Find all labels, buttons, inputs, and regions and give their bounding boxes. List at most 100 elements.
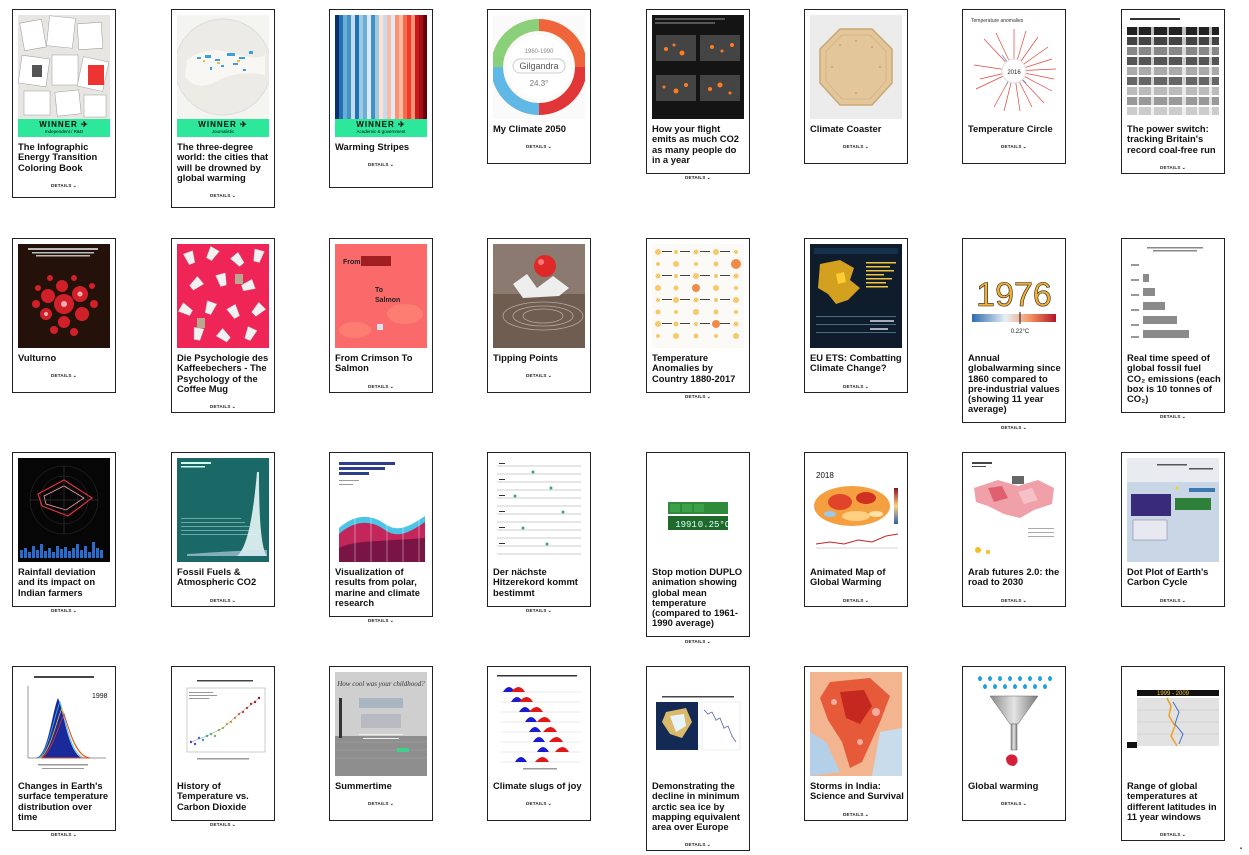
details-toggle[interactable]: DETAILS⌄ [177,193,269,199]
thumbnail-image[interactable] [1127,15,1219,119]
details-toggle[interactable]: DETAILS⌄ [968,598,1060,604]
thumbnail-image[interactable] [493,458,585,562]
details-toggle[interactable]: DETAILS⌄ [177,598,269,604]
card-crimson-to-salmon[interactable]: From To Salmon From Crimson To Salmon DE… [329,238,433,393]
thumbnail-image[interactable] [652,672,744,776]
details-toggle[interactable]: DETAILS⌄ [335,618,427,624]
thumbnail-image[interactable] [335,458,427,562]
card-title[interactable]: Storms in India: Science and Survival [810,780,904,802]
thumbnail-image[interactable]: 2018 [810,458,902,562]
card-flight-emissions[interactable]: How your flight emits as much CO2 as man… [646,9,750,181]
details-toggle[interactable]: DETAILS⌄ [652,394,744,400]
thumbnail-image[interactable]: 1998 [18,672,110,776]
details-toggle[interactable]: DETAILS⌄ [335,384,427,390]
card-title[interactable]: Die Psychologie des Kaffeebechers - The … [177,352,271,394]
card-duplo-animation[interactable]: 1991 0.25°C Stop motion DUPLO animation … [646,452,750,645]
details-toggle[interactable]: DETAILS⌄ [1127,165,1219,171]
details-toggle[interactable]: DETAILS⌄ [810,598,902,604]
thumbnail-image[interactable]: 1976 0.22°C [968,244,1060,348]
thumbnail-image[interactable] [810,15,902,119]
details-toggle[interactable]: DETAILS⌄ [335,162,427,168]
thumbnail-image[interactable]: 1999 - 2009 [1127,672,1219,776]
card-warming-stripes[interactable]: WINNER ✈ Academic & government Warming S… [329,9,433,188]
card-carbon-cycle-dot-plot[interactable]: Dot Plot of Earth's Carbon Cycle DETAILS… [1121,452,1225,607]
details-toggle[interactable]: DETAILS⌄ [1127,832,1219,838]
card-title[interactable]: The power switch: tracking Britain's rec… [1127,123,1221,155]
details-toggle[interactable]: DETAILS⌄ [968,801,1060,807]
card-fossil-fuels-co2[interactable]: Fossil Fuels & Atmospheric CO2 DETAILS⌄ [171,452,275,607]
card-polar-marine-research[interactable]: Visualization of results from polar, mar… [329,452,433,624]
card-vulturno[interactable]: Vulturno DETAILS⌄ [12,238,116,393]
thumbnail-image[interactable]: 1991 0.25°C [652,458,744,562]
card-power-switch[interactable]: The power switch: tracking Britain's rec… [1121,9,1225,174]
card-title[interactable]: Vulturno [18,352,112,363]
card-title[interactable]: Warming Stripes [335,141,429,152]
card-title[interactable]: Der nächste Hitzerekord kommt bestimmt [493,566,587,598]
thumbnail-image[interactable] [652,244,744,348]
details-toggle[interactable]: DETAILS⌄ [652,639,744,645]
thumbnail-image[interactable] [1127,244,1219,348]
card-global-warming-funnel[interactable]: Global warming DETAILS⌄ [962,666,1066,821]
details-toggle[interactable]: DETAILS⌄ [18,183,110,189]
card-title[interactable]: From Crimson To Salmon [335,352,429,374]
card-climate-coaster[interactable]: Climate Coaster DETAILS⌄ [804,9,908,164]
details-toggle[interactable]: DETAILS⌄ [652,175,744,181]
details-toggle[interactable]: DETAILS⌄ [18,832,110,838]
card-infographic-coloring-book[interactable]: WINNER ✈ Independent / R&D The Infograph… [12,9,116,198]
card-title[interactable]: Dot Plot of Earth's Carbon Cycle [1127,566,1221,588]
thumbnail-image[interactable] [493,244,585,348]
card-climate-slugs[interactable]: Climate slugs of joy DETAILS⌄ [487,666,591,821]
card-title[interactable]: Fossil Fuels & Atmospheric CO2 [177,566,271,588]
card-title[interactable]: Temperature Circle [968,123,1062,134]
card-temperature-circle[interactable]: Temperature anomalies 2016 Temperature C… [962,9,1066,164]
card-temperature-vs-co2[interactable]: History of Temperature vs. Carbon Dioxid… [171,666,275,828]
thumbnail-image[interactable] [18,15,110,119]
card-temperature-distribution[interactable]: 1998 Changes in Earth's surface temperat… [12,666,116,838]
card-title[interactable]: Animated Map of Global Warming [810,566,904,588]
card-title[interactable]: Global warming [968,780,1062,791]
thumbnail-image[interactable] [968,458,1060,562]
card-annual-global-warming[interactable]: 1976 0.22°C Annual globalwarming since 1… [962,238,1066,431]
details-toggle[interactable]: DETAILS⌄ [810,144,902,150]
card-arab-futures[interactable]: Arab futures 2.0: the road to 2030 DETAI… [962,452,1066,607]
card-title[interactable]: How your flight emits as much CO2 as man… [652,123,746,165]
card-title[interactable]: Climate Coaster [810,123,904,134]
card-tipping-points[interactable]: Tipping Points DETAILS⌄ [487,238,591,393]
details-toggle[interactable]: DETAILS⌄ [652,842,744,848]
details-toggle[interactable]: DETAILS⌄ [18,608,110,614]
thumbnail-image[interactable]: How cool was your childhood? [335,672,427,776]
card-title[interactable]: Changes in Earth's surface temperature d… [18,780,112,822]
card-title[interactable]: Demonstrating the decline in minimum arc… [652,780,746,832]
details-toggle[interactable]: DETAILS⌄ [18,373,110,379]
card-title[interactable]: Range of global temperatures at differen… [1127,780,1221,822]
card-title[interactable]: My Climate 2050 [493,123,587,134]
thumbnail-image[interactable]: Temperature anomalies 2016 [968,15,1060,119]
details-toggle[interactable]: DETAILS⌄ [493,373,585,379]
card-title[interactable]: The Infographic Energy Transition Colori… [18,141,112,173]
card-summertime[interactable]: How cool was your childhood? Summertime … [329,666,433,821]
details-toggle[interactable]: DETAILS⌄ [1127,598,1219,604]
details-toggle[interactable]: DETAILS⌄ [968,425,1060,431]
thumbnail-image[interactable] [335,15,427,119]
card-latitude-temperature-range[interactable]: 1999 - 2009 Range of global temperatures… [1121,666,1225,841]
details-toggle[interactable]: DETAILS⌄ [810,384,902,390]
card-title[interactable]: Rainfall deviation and its impact on Ind… [18,566,112,598]
thumbnail-image[interactable] [177,244,269,348]
card-title[interactable]: The three-degree world: the cities that … [177,141,271,183]
details-toggle[interactable]: DETAILS⌄ [177,822,269,828]
card-title[interactable]: Arab futures 2.0: the road to 2030 [968,566,1062,588]
thumbnail-image[interactable] [968,672,1060,776]
thumbnail-image[interactable] [810,672,902,776]
card-title[interactable]: Summertime [335,780,429,791]
thumbnail-image[interactable] [177,672,269,776]
thumbnail-image[interactable] [18,244,110,348]
card-three-degree-world[interactable]: WINNER ✈ Journalistic The three-degree w… [171,9,275,208]
details-toggle[interactable]: DETAILS⌄ [968,144,1060,150]
card-temperature-anomalies-country[interactable]: Temperature Anomalies by Country 1880-20… [646,238,750,400]
card-storms-india[interactable]: Storms in India: Science and Survival DE… [804,666,908,821]
details-toggle[interactable]: DETAILS⌄ [493,144,585,150]
card-title[interactable]: Visualization of results from polar, mar… [335,566,429,608]
card-title[interactable]: Tipping Points [493,352,587,363]
details-toggle[interactable]: DETAILS⌄ [335,801,427,807]
card-title[interactable]: Real time speed of global fossil fuel CO… [1127,352,1221,404]
